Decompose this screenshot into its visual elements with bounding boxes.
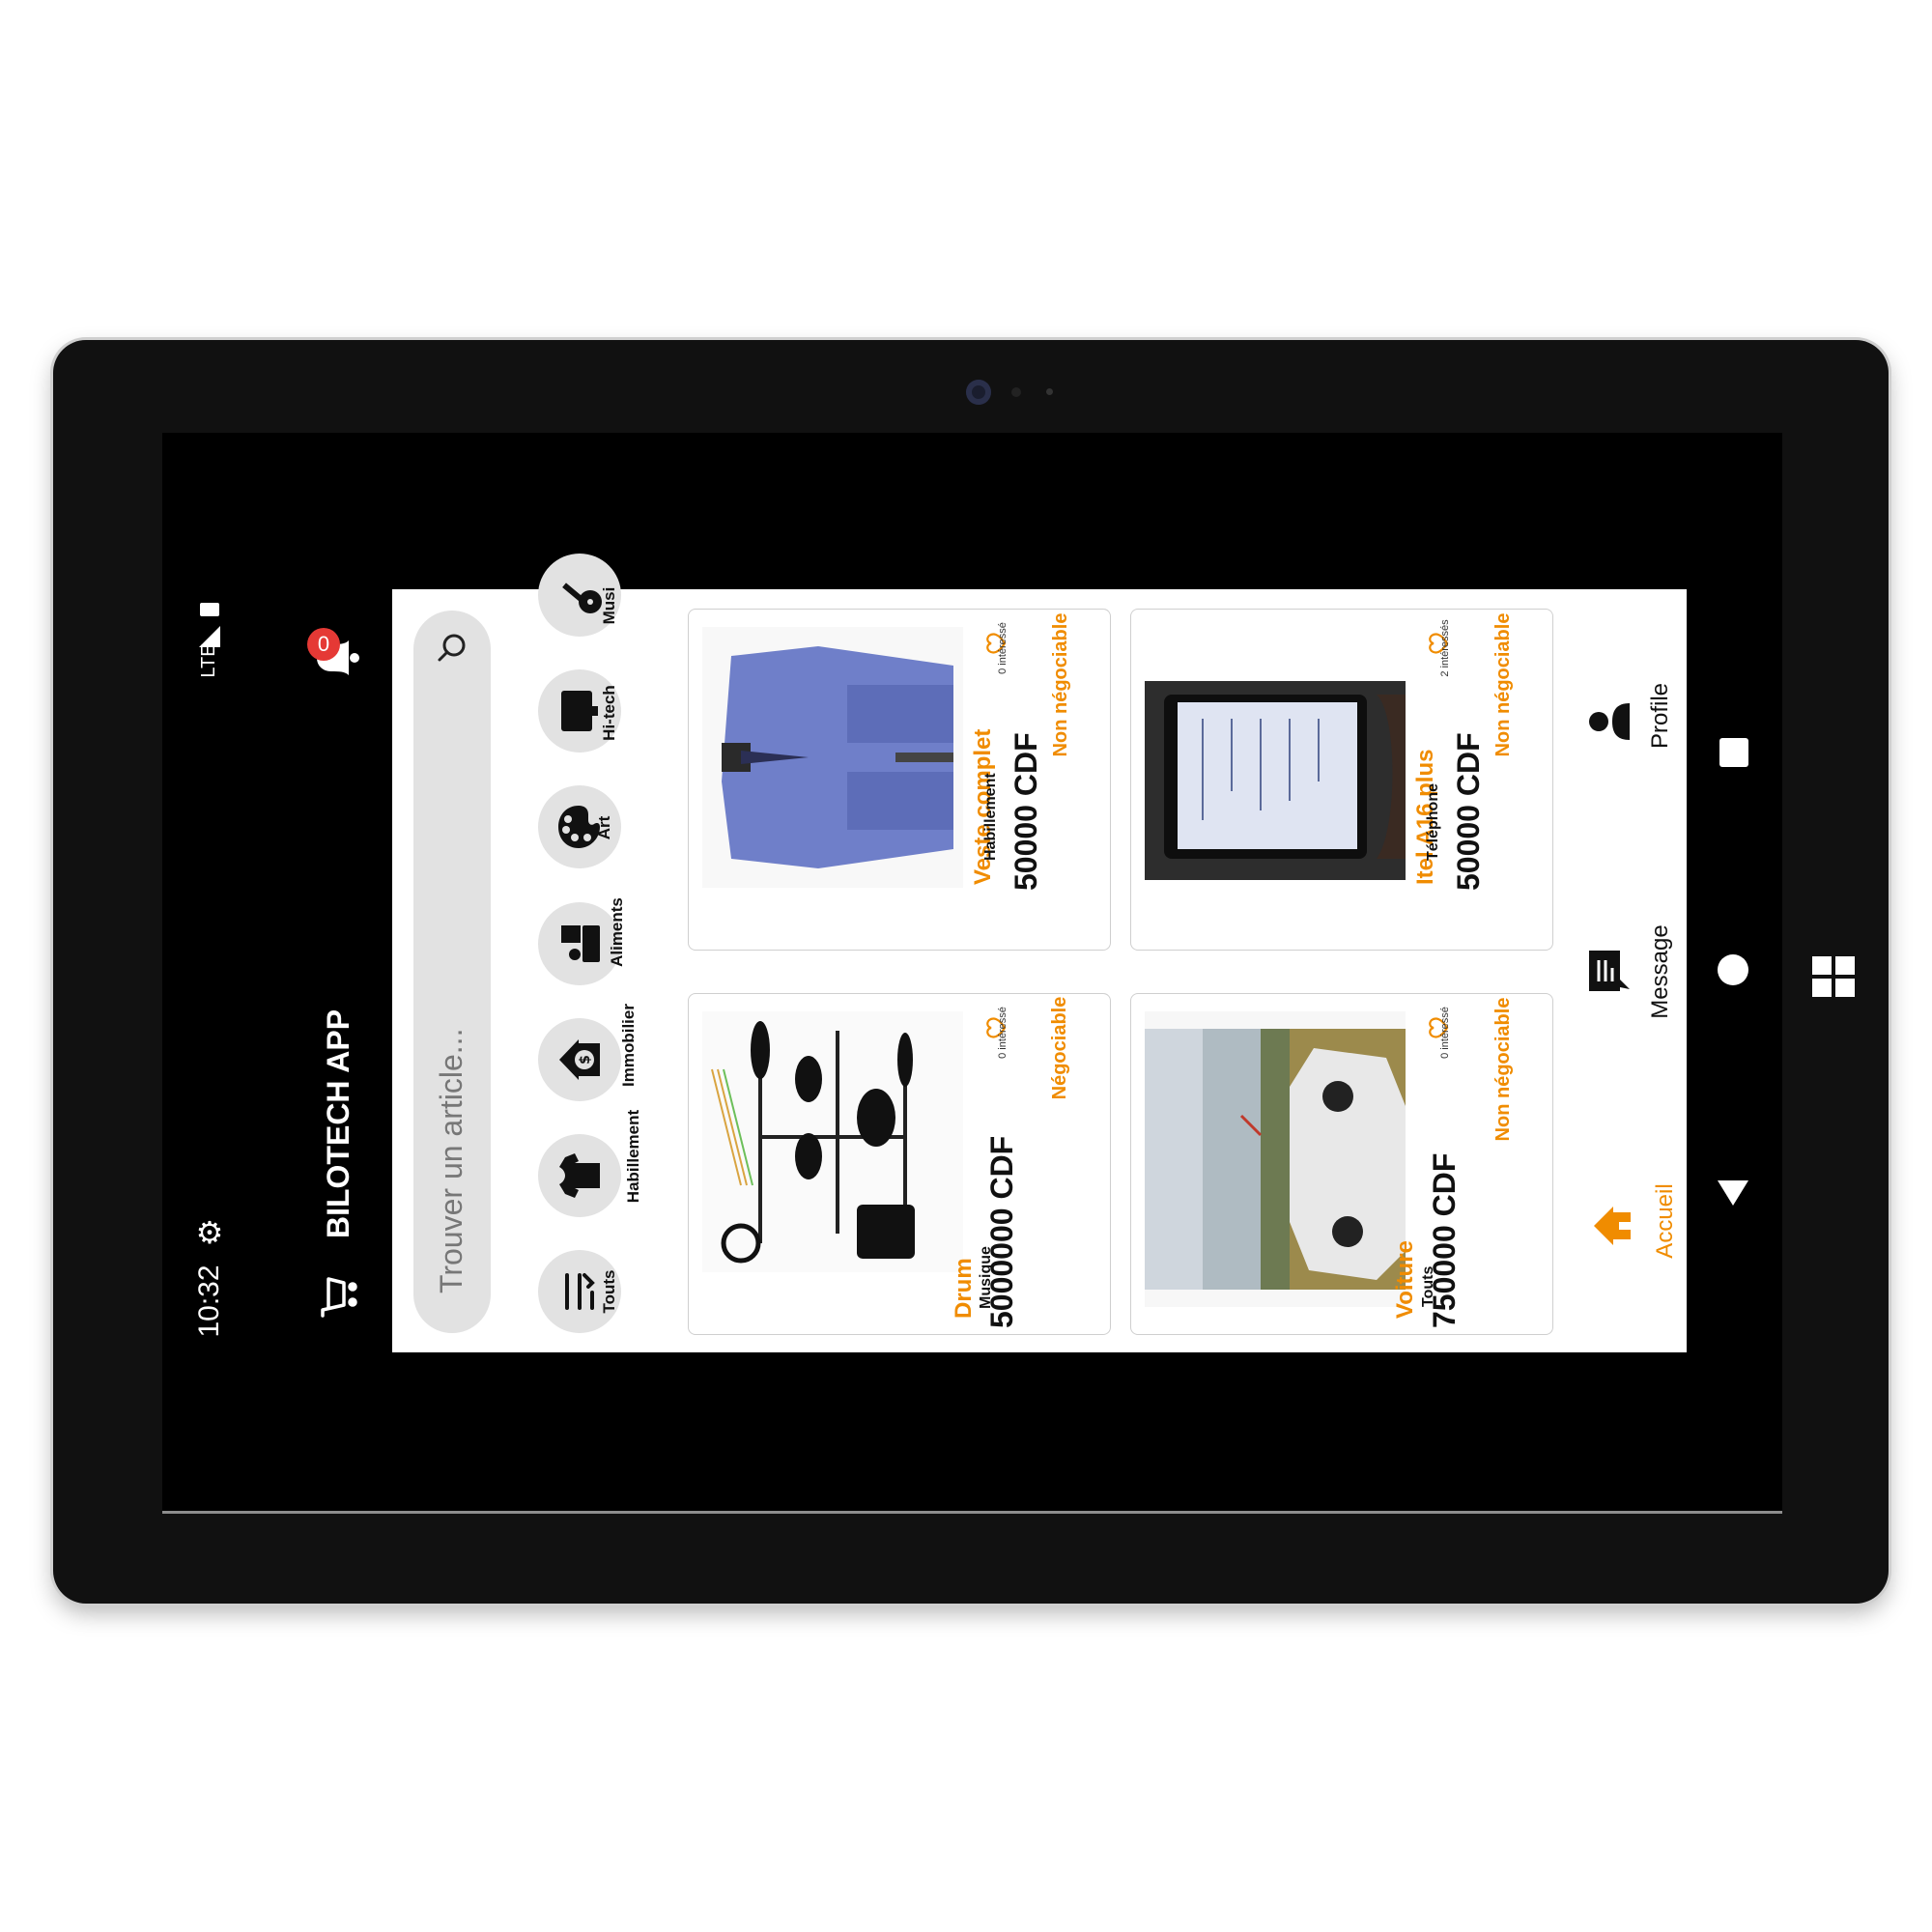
product-card-veste[interactable]: 0 intéressé Non négociable Veste complet… xyxy=(688,609,1111,951)
product-price: 5000000 CDF xyxy=(984,1135,1019,1328)
category-habillement[interactable] xyxy=(538,1134,621,1217)
negotiation-status: Non négociable xyxy=(1050,612,1071,757)
interest-count: 2 intéressés xyxy=(1439,619,1451,677)
search-placeholder: Trouver un article... xyxy=(434,1028,469,1293)
sensor-dot xyxy=(1011,387,1021,397)
battery-icon xyxy=(200,603,219,616)
interest-count: 0 intéressé xyxy=(997,1007,1009,1059)
nav-message[interactable]: Message xyxy=(1645,919,1676,1025)
camera-lens xyxy=(966,380,991,405)
network-type: LTE xyxy=(198,643,219,678)
cart-icon[interactable] xyxy=(315,1273,361,1320)
notification-badge: 0 xyxy=(307,628,340,661)
category-label: Art xyxy=(595,815,613,840)
profile-icon[interactable] xyxy=(1585,697,1634,746)
product-price: 750000 CDF xyxy=(1427,1152,1462,1328)
app-title: BILOTECH APP xyxy=(321,1009,355,1238)
search-icon[interactable] xyxy=(433,628,471,667)
message-icon[interactable] xyxy=(1585,947,1634,995)
product-photo xyxy=(702,1011,963,1272)
windows-logo-icon[interactable] xyxy=(1812,956,1855,997)
product-price: 50000 CDF xyxy=(1451,732,1486,891)
shirt-icon xyxy=(559,1153,600,1198)
svg-text:$: $ xyxy=(578,1055,593,1065)
back-button[interactable] xyxy=(1718,1180,1748,1206)
recent-apps-button[interactable] xyxy=(1719,738,1748,767)
nav-accueil[interactable]: Accueil xyxy=(1650,1153,1681,1289)
category-label: Musi xyxy=(600,586,618,625)
food-icon xyxy=(561,925,600,962)
product-photo xyxy=(1145,1011,1406,1307)
negotiation-status: Négociable xyxy=(1049,996,1070,1100)
product-category: Téléphone xyxy=(1425,782,1441,861)
category-label: Immobilier xyxy=(619,1004,638,1087)
nav-profile[interactable]: Profile xyxy=(1645,672,1676,759)
sensor-dot xyxy=(1046,388,1053,395)
home-icon[interactable] xyxy=(1588,1203,1634,1249)
product-price: 50000 CDF xyxy=(1009,732,1043,891)
product-card-voiture[interactable]: 0 intéressé Non négociable Voiture Touts… xyxy=(1130,993,1553,1335)
interest-count: 0 intéressé xyxy=(1439,1007,1451,1059)
interest-count: 0 intéressé xyxy=(997,622,1009,674)
product-photo xyxy=(702,627,963,888)
gear-icon[interactable]: ⚙ xyxy=(193,1216,226,1249)
screen-edge xyxy=(162,1511,1782,1514)
product-name: Voiture xyxy=(1392,1240,1418,1319)
product-card-itel[interactable]: 2 intéressés Non négociable Itel A16 plu… xyxy=(1130,609,1553,951)
product-photo xyxy=(1145,627,1406,888)
product-category: Habillement xyxy=(982,773,999,861)
product-name: Drum xyxy=(951,1258,977,1319)
category-immobilier[interactable]: $ xyxy=(538,1018,621,1101)
home-button[interactable] xyxy=(1718,954,1748,985)
house-dollar-icon: $ xyxy=(559,1039,600,1080)
product-card-drum[interactable]: 0 intéressé Négociable Drum Musique 5000… xyxy=(688,993,1111,1335)
category-label: Habillement xyxy=(624,1109,642,1204)
status-time: 10:32 xyxy=(193,1264,225,1338)
negotiation-status: Non négociable xyxy=(1492,612,1514,757)
category-label: Touts xyxy=(600,1269,618,1314)
negotiation-status: Non négociable xyxy=(1492,997,1514,1142)
category-label: Aliments xyxy=(608,897,626,967)
category-label: Hi-tech xyxy=(600,685,618,741)
